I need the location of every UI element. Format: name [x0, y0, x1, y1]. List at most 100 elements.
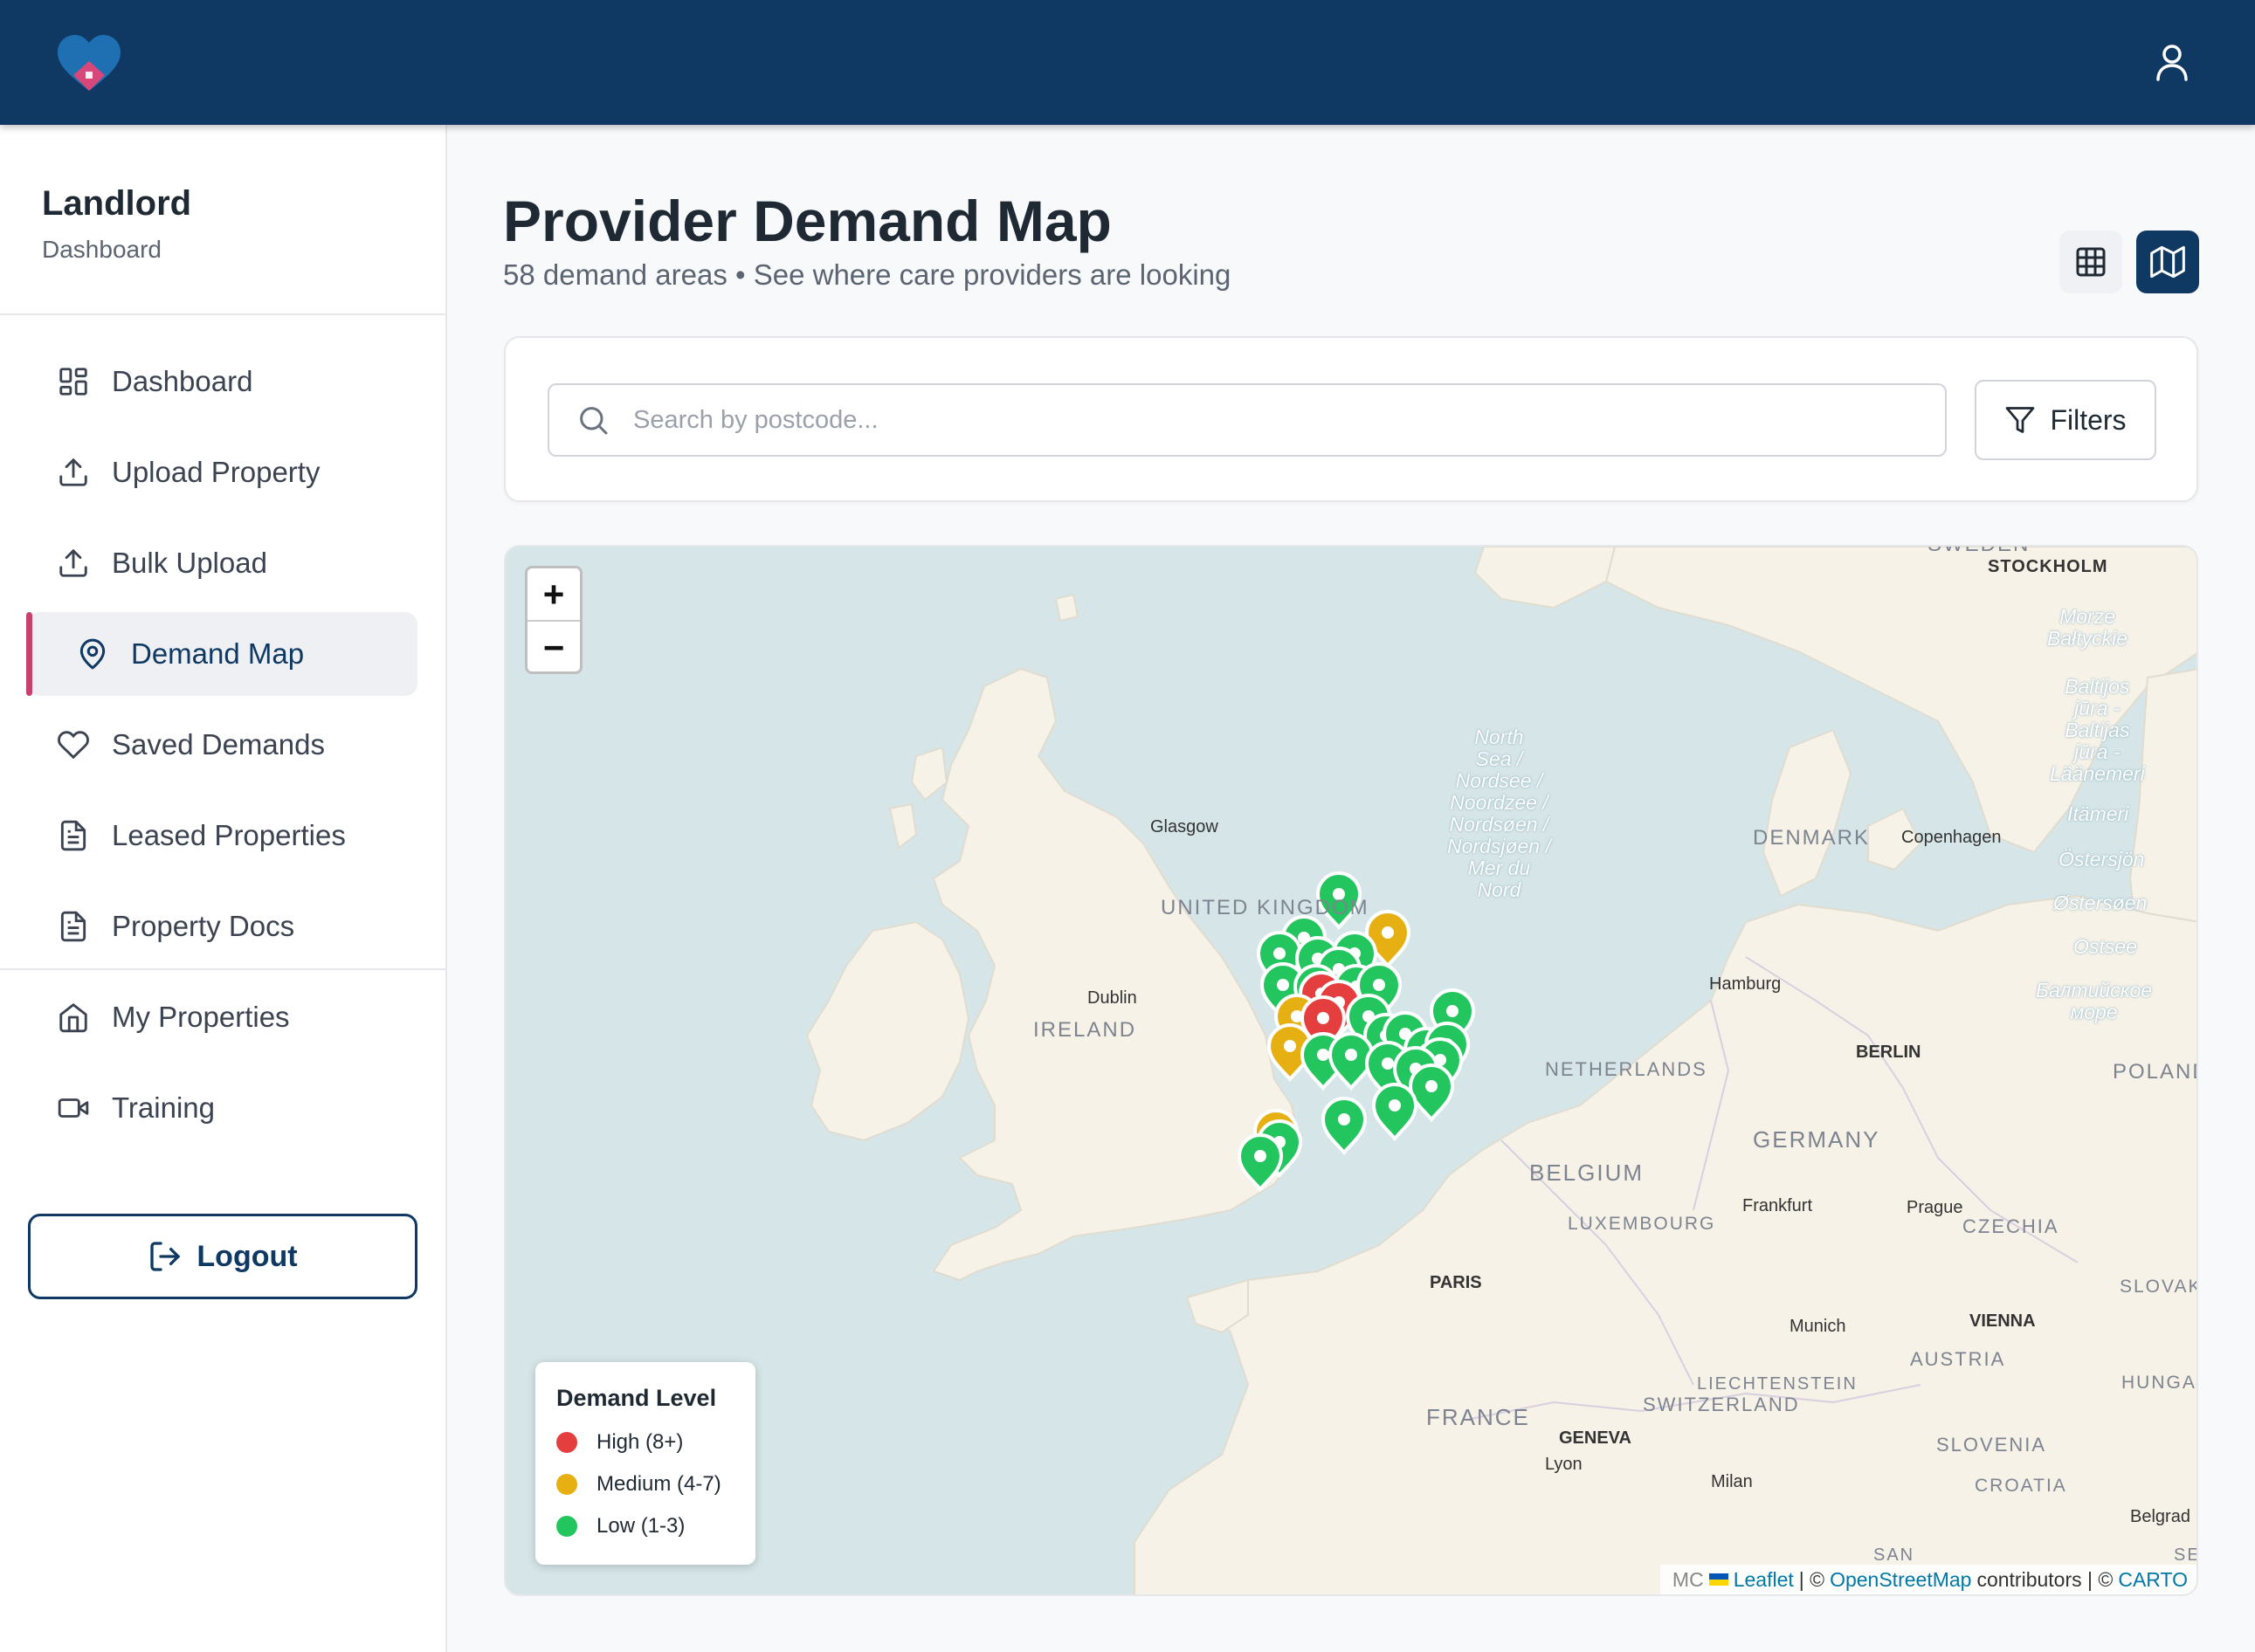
sidebar-item-training[interactable]: Training: [28, 1066, 417, 1150]
map-label-morze-text: Morze Bałtyckie: [2047, 605, 2128, 650]
upload-icon: [56, 546, 91, 581]
map-label-belgium: BELGIUM: [1529, 1160, 1645, 1186]
map-label-slovenia: SLOVENIA: [1936, 1434, 2047, 1456]
map-label-denmark: DENMARK: [1753, 826, 1871, 850]
map-label-france: FRANCE: [1426, 1404, 1530, 1430]
logout-button[interactable]: Logout: [28, 1214, 417, 1299]
demand-map[interactable]: SWEDEN STOCKHOLM Morze Bałtyckie Baltijo…: [504, 545, 2198, 1596]
map-label-paris: PARIS: [1430, 1273, 1482, 1292]
search-card: Filters: [504, 336, 2198, 502]
top-bar: [0, 0, 2255, 125]
attribution-cut: MC: [1672, 1567, 1704, 1591]
sidebar-item-label: My Properties: [112, 1001, 290, 1033]
logout-icon: [148, 1239, 183, 1274]
map-label-luxembourg: LUXEMBOURG: [1568, 1214, 1716, 1234]
sidebar-nav: Dashboard Upload Property Bulk Upload De…: [0, 315, 445, 1124]
map-label-switzerland: SWITZERLAND: [1643, 1394, 1800, 1415]
attribution-contributors: contributors | ©: [1976, 1567, 2114, 1591]
map-label-baltijos: Baltijos jūra - Baltijas jūra - Läänemer…: [2050, 676, 2145, 785]
legend-item-medium: Medium (4-7): [556, 1472, 721, 1497]
sidebar-item-dashboard[interactable]: Dashboard: [28, 340, 417, 423]
leaflet-link[interactable]: Leaflet: [1734, 1568, 1794, 1592]
legend-label: Medium (4-7): [597, 1472, 721, 1496]
map-label-morze: Morze Bałtyckie: [2047, 606, 2127, 650]
map-legend: Demand Level High (8+) Medium (4-7) Low …: [535, 1362, 755, 1565]
map-label-frankfurt: Frankfurt: [1742, 1196, 1813, 1215]
zoom-control: + −: [525, 566, 583, 674]
map-label-north-sea: North Sea / Nordsee / Noordzee / Nordsøe…: [1447, 726, 1551, 901]
sidebar-item-label: Saved Demands: [112, 728, 325, 761]
sidebar-item-label: Demand Map: [131, 637, 305, 670]
map-label-lyon: Lyon: [1545, 1455, 1583, 1474]
map-label-itameri: Itämeri: [2067, 802, 2129, 825]
logout-label: Logout: [197, 1239, 298, 1273]
map-label-geneva: GENEVA: [1559, 1428, 1631, 1448]
sidebar-item-upload-property[interactable]: Upload Property: [28, 430, 417, 514]
legend-dot-low: [556, 1516, 577, 1537]
map-label-baltic-ru: Балтийское море: [2036, 980, 2152, 1023]
legend-dot-medium: [556, 1474, 577, 1495]
document-icon: [56, 818, 91, 853]
document-icon: [56, 909, 91, 944]
sidebar-item-label: Bulk Upload: [112, 547, 267, 579]
user-icon[interactable]: [2150, 40, 2194, 84]
map-label-croatia: CROATIA: [1975, 1476, 2067, 1496]
carto-link[interactable]: CARTO: [2118, 1568, 2188, 1592]
map-label-netherlands: NETHERLANDS: [1545, 1058, 1707, 1080]
legend-item-low: Low (1-3): [556, 1514, 685, 1538]
search-box[interactable]: [548, 383, 1947, 457]
map-label-copenhagen: Copenhagen: [1901, 828, 2002, 847]
upload-icon: [56, 455, 91, 490]
map-label-north-sea-text: North Sea / Nordsee / Noordzee / Nordsøe…: [1447, 726, 1551, 901]
sidebar-item-demand-map[interactable]: Demand Map: [26, 612, 417, 696]
table-view-button[interactable]: [2059, 231, 2122, 293]
map-label-hungary: HUNGA: [2121, 1373, 2196, 1393]
sidebar-item-label: Upload Property: [112, 456, 321, 488]
legend-dot-high: [556, 1432, 577, 1453]
search-input[interactable]: [631, 404, 1858, 436]
map-label-liechtenstein: LIECHTENSTEIN: [1697, 1374, 1858, 1394]
sidebar-item-label: Property Docs: [112, 910, 295, 942]
filters-button[interactable]: Filters: [1975, 380, 2156, 460]
map-label-ireland: IRELAND: [1033, 1018, 1137, 1042]
filters-label: Filters: [2050, 403, 2127, 436]
map-label-stockholm: STOCKHOLM: [1988, 557, 2108, 576]
map-label-hamburg: Hamburg: [1709, 974, 1782, 994]
zoom-in-button[interactable]: +: [528, 568, 580, 622]
sidebar-item-leased-properties[interactable]: Leased Properties: [28, 794, 417, 878]
sidebar-item-label: Training: [112, 1091, 215, 1124]
legend-title: Demand Level: [556, 1385, 717, 1411]
sidebar-item-saved-demands[interactable]: Saved Demands: [28, 703, 417, 787]
table-icon: [2076, 247, 2106, 277]
map-label-vienna: VIENNA: [1969, 1311, 2036, 1331]
legend-label: High (8+): [597, 1430, 684, 1454]
heart-house-icon[interactable]: [54, 33, 124, 94]
video-icon: [56, 1091, 91, 1125]
sidebar-item-property-docs[interactable]: Property Docs: [28, 885, 417, 968]
zoom-out-button[interactable]: −: [528, 622, 580, 673]
sidebar-item-bulk-upload[interactable]: Bulk Upload: [28, 521, 417, 605]
map-label-ostersoen: Østersøen: [2053, 891, 2148, 914]
sidebar-subtitle: Dashboard: [42, 236, 162, 263]
map-label-prague: Prague: [1907, 1198, 1963, 1217]
osm-link[interactable]: OpenStreetMap: [1830, 1568, 1971, 1592]
legend-item-high: High (8+): [556, 1430, 683, 1455]
attribution-sep: | ©: [1798, 1567, 1825, 1591]
map-label-se: SE: [2174, 1545, 2198, 1565]
map-label-ostersjon: Östersjön: [2058, 848, 2145, 871]
map-view-button[interactable]: [2136, 231, 2199, 293]
map-label-berlin: BERLIN: [1856, 1043, 1921, 1062]
map-label-san: SAN: [1873, 1545, 1915, 1565]
sidebar-item-my-properties[interactable]: My Properties: [28, 975, 417, 1059]
map-label-dublin: Dublin: [1087, 988, 1137, 1008]
map-label-uk: UNITED KINGDOM: [1161, 896, 1369, 919]
map-label-baltic-ru-text: Балтийское море: [2036, 979, 2153, 1023]
map-label-milan: Milan: [1711, 1472, 1753, 1491]
sidebar-item-label: Dashboard: [112, 365, 253, 397]
map-label-austria: AUSTRIA: [1910, 1348, 2006, 1370]
sidebar-title: Landlord: [42, 184, 192, 223]
map-label-glasgow: Glasgow: [1150, 817, 1218, 836]
map-pin-icon: [75, 637, 110, 671]
sidebar: Landlord Dashboard Dashboard Upload Prop…: [0, 125, 447, 1652]
map-label-ostsee: Ostsee: [2073, 935, 2137, 958]
